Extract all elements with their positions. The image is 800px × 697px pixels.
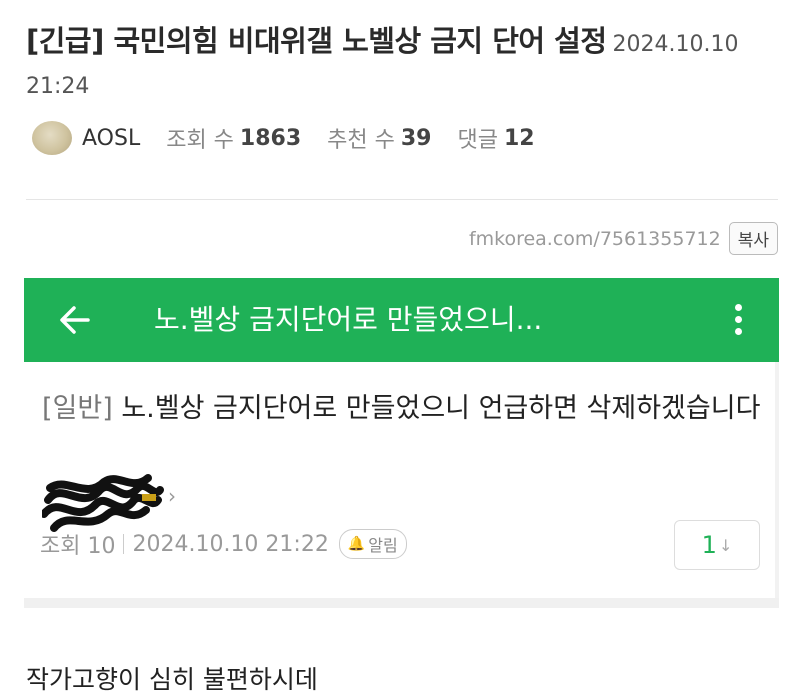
post-title-text: [긴급] 국민의힘 비대위갤 노벨상 금지 단어 설정	[26, 24, 607, 58]
copy-button[interactable]: 복사	[728, 222, 778, 255]
avatar[interactable]	[32, 121, 72, 155]
embedded-views: 조회 10	[40, 534, 116, 559]
more-vertical-icon[interactable]	[733, 304, 743, 338]
post-body-text: 작가고향이 심히 불편하시데	[26, 665, 318, 694]
header-divider	[26, 199, 778, 200]
post-url[interactable]: fmkorea.com/7561355712	[469, 228, 721, 250]
embedded-date: 2024.10.10 21:22	[132, 531, 329, 557]
views-count: 1863	[239, 125, 302, 151]
comment-count: 1	[701, 531, 717, 559]
comment-jump-button[interactable]: 1 ↓	[674, 520, 760, 570]
embedded-author-row[interactable]: ›	[42, 474, 212, 532]
views-label: 조회 수	[166, 128, 234, 153]
embedded-post-title: [일반] 노.벨상 금지단어로 만들었으니 언급하면 삭제하겠습니다	[42, 390, 762, 428]
comments-count[interactable]: 12	[504, 126, 535, 151]
recommends-count: 39	[400, 125, 432, 151]
post-title: [긴급] 국민의힘 비대위갤 노벨상 금지 단어 설정 2024.10.10 21…	[26, 22, 778, 106]
info-separator	[123, 534, 125, 554]
post-meta: AOSL 조회 수 1863 추천 수 39 댓글 12	[32, 120, 561, 156]
embedded-title-text: 노.벨상 금지단어로 만들었으니 언급하면 삭제하겠습니다	[121, 393, 761, 424]
category-tag: [일반]	[42, 393, 113, 424]
screenshot-edge	[775, 362, 779, 608]
redaction-scribble	[42, 474, 164, 532]
embedded-screenshot: 노.벨상 금지단어로 만들었으니... [일반] 노.벨상 금지단어로 만들었으…	[24, 278, 779, 608]
recommends-label: 추천 수	[327, 128, 395, 153]
post-header: [긴급] 국민의힘 비대위갤 노벨상 금지 단어 설정 2024.10.10 21…	[26, 22, 778, 106]
alarm-label: 알림	[368, 536, 398, 555]
app-bar: 노.벨상 금지단어로 만들었으니...	[24, 278, 779, 362]
embedded-info-row: 조회 10 2024.10.10 21:22 🔔 알림	[40, 528, 407, 560]
comments-label: 댓글	[457, 128, 498, 153]
alarm-button[interactable]: 🔔 알림	[338, 529, 407, 559]
screenshot-bottom-band	[24, 598, 779, 608]
chevron-right-icon: ›	[168, 484, 176, 508]
app-bar-title: 노.벨상 금지단어로 만들었으니...	[154, 303, 543, 336]
arrow-left-icon[interactable]	[58, 304, 92, 336]
bell-icon: 🔔	[347, 536, 366, 552]
arrow-down-icon: ↓	[718, 535, 733, 555]
author-name[interactable]: AOSL	[82, 126, 140, 151]
url-row: fmkorea.com/7561355712 복사	[469, 222, 778, 255]
